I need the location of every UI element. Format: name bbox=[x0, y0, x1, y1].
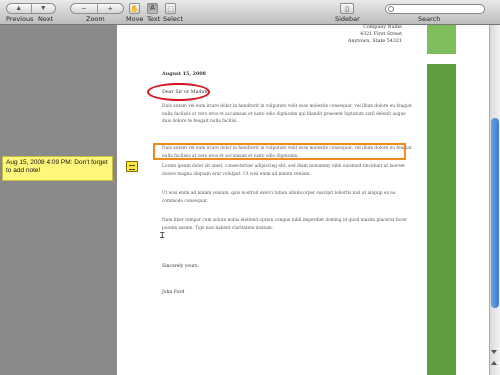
scroll-down-arrow-icon[interactable] bbox=[491, 361, 497, 365]
zoom-label: Zoom bbox=[86, 15, 105, 23]
oval-annotation[interactable] bbox=[147, 83, 210, 101]
search-label: Search bbox=[418, 15, 441, 23]
navigation-buttons[interactable]: ▲ ▼ bbox=[6, 3, 56, 14]
letter-date: August 15, 2008 bbox=[162, 71, 207, 77]
next-label: Next bbox=[38, 15, 54, 23]
note-popup[interactable]: Aug 15, 2008 4:09 PM: Don't forget to ad… bbox=[2, 156, 113, 181]
toolbar: ▲ ▼ Previous Next − + Zoom ✋ A ⬚ Move Te… bbox=[0, 0, 500, 25]
chevron-up-icon: ▲ bbox=[15, 5, 23, 12]
zoom-control[interactable]: − + bbox=[70, 3, 124, 14]
previous-button[interactable]: ▲ bbox=[7, 4, 31, 13]
previous-label: Previous bbox=[6, 15, 34, 23]
chevron-down-icon: ▼ bbox=[39, 5, 47, 12]
move-tool-button[interactable]: ✋ bbox=[129, 3, 140, 14]
letter-paragraph: Duis autem vel eum iriure dolor in hendr… bbox=[162, 104, 412, 124]
marquee-icon: ⬚ bbox=[167, 5, 174, 13]
hand-icon: ✋ bbox=[130, 5, 139, 13]
sidebar-label: Sidebar bbox=[335, 15, 360, 23]
letter-closing: Sincerely yours, bbox=[162, 264, 199, 269]
select-tool-button[interactable]: ⬚ bbox=[165, 3, 176, 14]
search-input[interactable] bbox=[385, 4, 485, 14]
text-tool-button[interactable]: A bbox=[147, 3, 158, 14]
note-icon[interactable] bbox=[126, 161, 138, 172]
search-icon bbox=[388, 6, 394, 12]
letterhead-green-block bbox=[427, 25, 456, 54]
letter-signature: John Ford bbox=[162, 290, 185, 295]
text-cursor-icon: A bbox=[150, 5, 155, 12]
next-button[interactable]: ▼ bbox=[30, 4, 56, 13]
text-label: Text bbox=[147, 15, 161, 23]
sender-line: Anytown, State 54321 bbox=[348, 39, 402, 44]
rectangle-annotation[interactable] bbox=[153, 143, 406, 160]
sender-address: Company Name 4321 First Street Anytown, … bbox=[340, 24, 402, 45]
sender-line: Company Name bbox=[363, 25, 402, 30]
select-label: Select bbox=[163, 15, 184, 23]
letter-paragraph: Nam liber tempor cum soluta nobis eleife… bbox=[162, 218, 407, 231]
text-cursor-icon: Ɪ bbox=[160, 231, 165, 240]
zoom-out-button[interactable]: − bbox=[71, 4, 97, 13]
move-label: Move bbox=[126, 15, 144, 23]
letterhead-green-bar bbox=[427, 64, 456, 375]
sidebar-icon: ▯ bbox=[345, 5, 349, 13]
zoom-in-button[interactable]: + bbox=[96, 4, 124, 13]
sidebar-button[interactable]: ▯ bbox=[340, 3, 354, 14]
letter-paragraph: Ut wisi enim ad minim veniam, quis nostr… bbox=[162, 191, 396, 204]
scrollbar-thumb[interactable] bbox=[491, 118, 499, 308]
letter-paragraph: Lorem ipsum dolor sit amet, consectetuer… bbox=[162, 164, 405, 177]
sender-line: 4321 First Street bbox=[360, 32, 402, 37]
scroll-up-arrow-icon[interactable] bbox=[491, 350, 497, 354]
